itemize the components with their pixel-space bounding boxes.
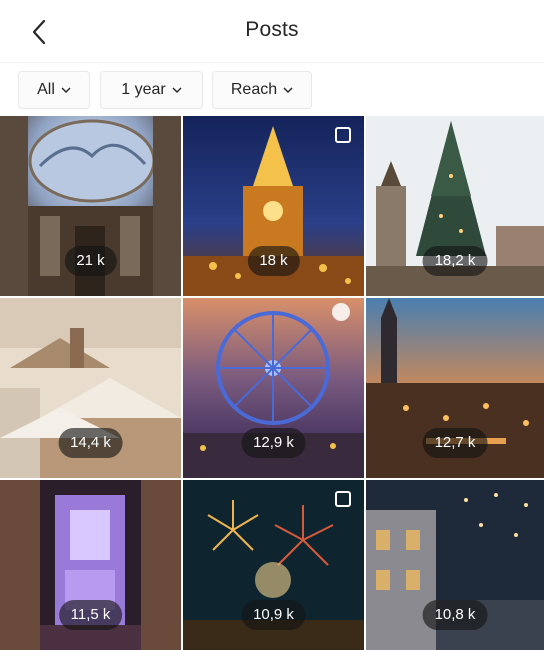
- multiple-photos-icon: [335, 491, 351, 507]
- filter-label: 1 year: [121, 81, 166, 98]
- reach-badge: 10,9 k: [241, 600, 306, 630]
- page-title: Posts: [245, 18, 299, 41]
- post-tile-5[interactable]: 12,9 k: [183, 298, 364, 478]
- filter-metric-dropdown[interactable]: Reach: [212, 71, 312, 109]
- filter-label: All: [37, 81, 55, 98]
- reach-badge: 21 k: [64, 246, 117, 276]
- multiple-photos-icon: [335, 127, 351, 143]
- chevron-down-icon: [283, 87, 293, 93]
- reach-badge: 12,7 k: [422, 428, 488, 458]
- posts-screen: Posts All 1 year Reach 21 k 18 k 18,2 k …: [0, 0, 544, 650]
- reach-badge: 14,4 k: [58, 428, 123, 458]
- filter-period-dropdown[interactable]: 1 year: [100, 71, 203, 109]
- post-tile-8[interactable]: 10,9 k: [183, 480, 364, 650]
- posts-grid: 21 k 18 k 18,2 k 14,4 k 12,9 k 12,7 k 11…: [0, 116, 544, 650]
- chevron-down-icon: [172, 87, 182, 93]
- post-tile-6[interactable]: 12,7 k: [366, 298, 544, 478]
- reach-badge: 18,2 k: [422, 246, 488, 276]
- reach-badge: 18 k: [247, 246, 300, 276]
- filter-type-dropdown[interactable]: All: [18, 71, 90, 109]
- post-tile-3[interactable]: 18,2 k: [366, 116, 544, 296]
- filter-bar: All 1 year Reach: [0, 62, 544, 117]
- chevron-down-icon: [61, 87, 71, 93]
- header: Posts: [0, 0, 544, 62]
- post-tile-7[interactable]: 11,5 k: [0, 480, 181, 650]
- post-tile-4[interactable]: 14,4 k: [0, 298, 181, 478]
- post-tile-2[interactable]: 18 k: [183, 116, 364, 296]
- post-tile-9[interactable]: 10,8 k: [366, 480, 544, 650]
- reach-badge: 11,5 k: [58, 600, 123, 630]
- reach-badge: 10,8 k: [422, 600, 488, 630]
- post-tile-1[interactable]: 21 k: [0, 116, 181, 296]
- filter-label: Reach: [230, 81, 278, 98]
- reach-badge: 12,9 k: [241, 428, 306, 458]
